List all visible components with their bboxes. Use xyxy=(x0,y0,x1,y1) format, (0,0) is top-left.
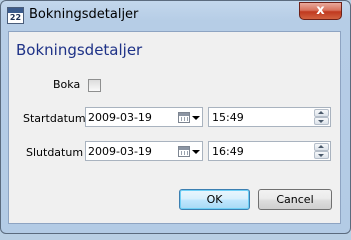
dropdown-arrow-icon[interactable] xyxy=(192,116,200,120)
title-bar[interactable]: 22 Bokningsdetaljer x xyxy=(1,1,350,29)
spin-down-icon[interactable] xyxy=(314,151,329,159)
spin-up-icon[interactable] xyxy=(314,143,329,151)
start-date-value: 2009-03-19 xyxy=(88,111,152,124)
start-date-picker[interactable]: 2009-03-19 xyxy=(85,107,203,127)
startdatum-label: Startdatum xyxy=(23,112,86,125)
window-title: Bokningsdetaljer xyxy=(29,7,139,22)
app-icon-number: 22 xyxy=(9,13,22,22)
end-date-picker[interactable]: 2009-03-19 xyxy=(85,141,203,161)
dialog-heading: Bokningsdetaljer xyxy=(16,41,143,59)
app-calendar-icon: 22 xyxy=(7,7,24,24)
start-time-value: 15:49 xyxy=(212,111,244,124)
dialog-client-area: Bokningsdetaljer Boka Startdatum 2009-03… xyxy=(8,31,341,224)
dropdown-arrow-icon[interactable] xyxy=(192,150,200,154)
end-time-field[interactable]: 16:49 xyxy=(208,141,331,161)
end-date-value: 2009-03-19 xyxy=(88,145,152,158)
spin-up-icon[interactable] xyxy=(314,109,329,117)
boka-label: Boka xyxy=(53,78,81,91)
close-button[interactable]: x xyxy=(299,2,342,20)
boka-checkbox[interactable] xyxy=(88,79,101,92)
start-time-field[interactable]: 15:49 xyxy=(208,107,331,127)
cancel-button[interactable]: Cancel xyxy=(258,189,332,210)
dialog-window: 22 Bokningsdetaljer x Bokningsdetaljer B… xyxy=(0,0,351,234)
spin-down-icon[interactable] xyxy=(314,117,329,125)
calendar-icon[interactable] xyxy=(178,146,190,157)
end-time-value: 16:49 xyxy=(212,145,244,158)
close-icon: x xyxy=(316,3,325,18)
slutdatum-label: Slutdatum xyxy=(26,146,84,159)
calendar-icon[interactable] xyxy=(178,112,190,123)
ok-button[interactable]: OK xyxy=(179,189,250,210)
